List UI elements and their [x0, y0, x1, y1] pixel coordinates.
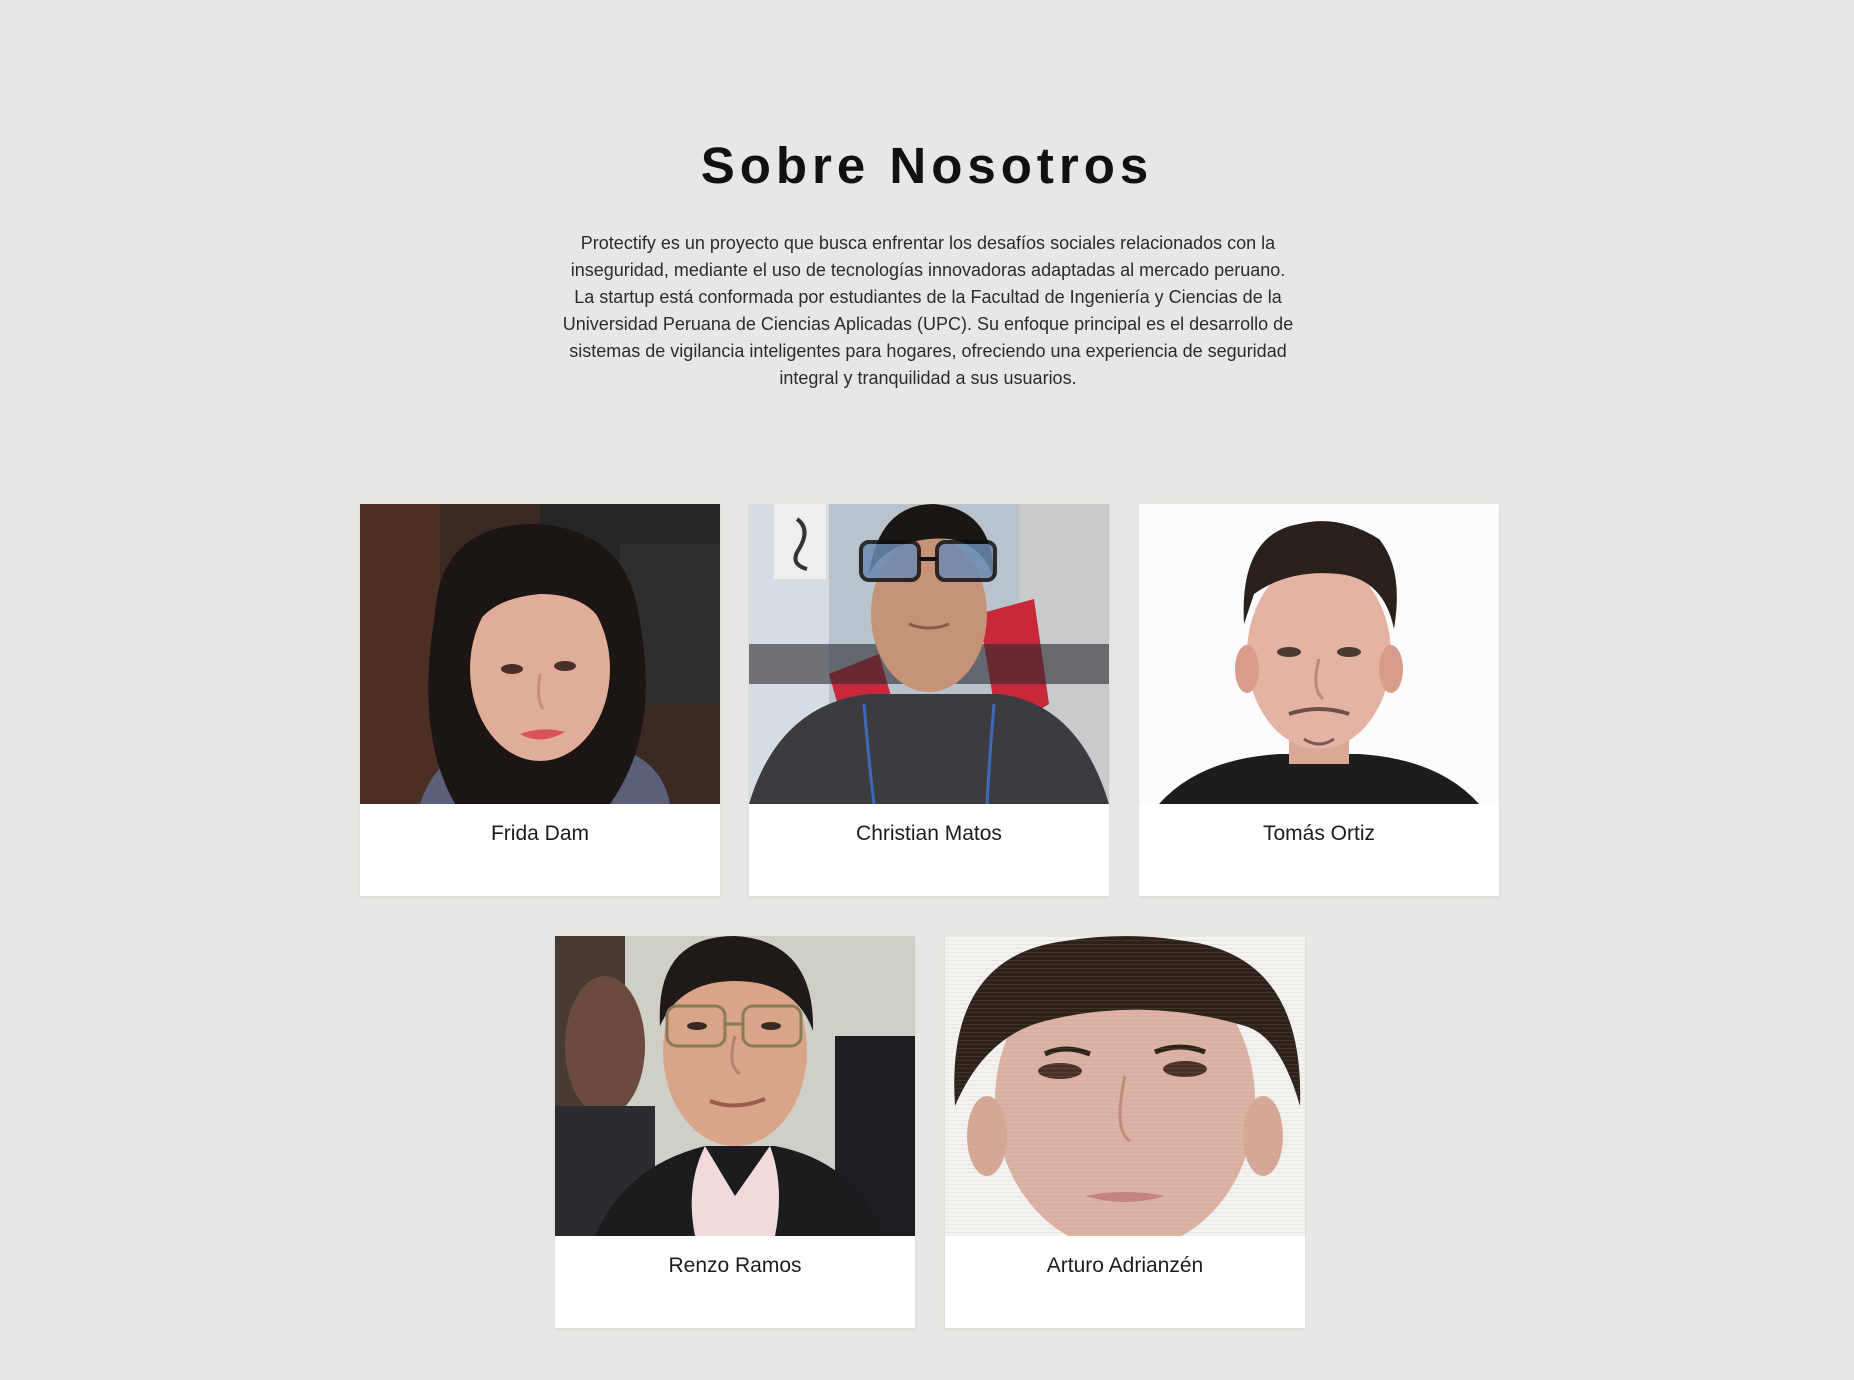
team-card: Tomás Ortiz [1139, 504, 1499, 896]
portrait-image [555, 936, 915, 1236]
team-member-photo [1139, 504, 1499, 804]
portrait-image [945, 936, 1305, 1236]
team-card: Arturo Adrianzén [945, 936, 1305, 1328]
portrait-image [749, 504, 1109, 804]
team-member-photo [749, 504, 1109, 804]
team-card: Frida Dam [360, 504, 720, 896]
team-member-photo [945, 936, 1305, 1236]
team-member-photo [360, 504, 720, 804]
about-description: Protectify es un proyecto que busca enfr… [562, 233, 1294, 388]
team-member-photo [555, 936, 915, 1236]
portrait-image [360, 504, 720, 804]
portrait-image [1139, 504, 1499, 804]
page-title: Sobre Nosotros [700, 137, 1154, 194]
team-card: Christian Matos [749, 504, 1109, 896]
team-member-name: Christian Matos [856, 822, 1002, 845]
team-card: Renzo Ramos [555, 936, 915, 1328]
team-member-name: Frida Dam [490, 822, 590, 845]
team-member-name: Tomás Ortiz [1262, 822, 1375, 845]
team-member-name: Renzo Ramos [668, 1254, 802, 1277]
about-section: Sobre Nosotros Protectify es un proyecto… [0, 0, 1854, 1380]
team-member-name: Arturo Adrianzén [1046, 1254, 1204, 1277]
